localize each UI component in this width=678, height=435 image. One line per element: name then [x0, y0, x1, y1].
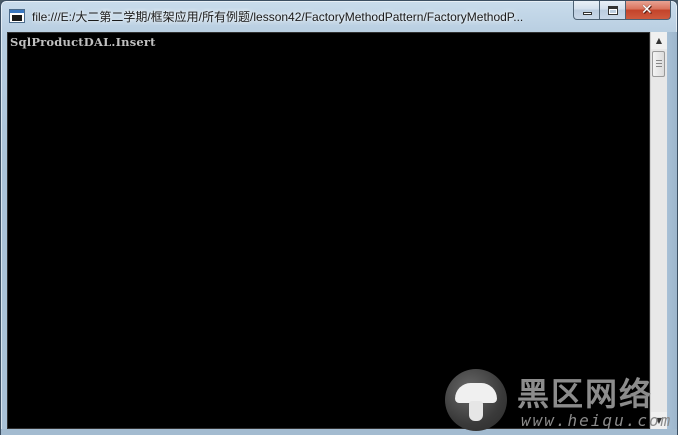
console-line: SqlProductDAL.Insert [10, 35, 156, 49]
mushroom-icon [445, 369, 507, 431]
scroll-up-button[interactable]: ▲ [651, 32, 667, 49]
close-button[interactable]: ✕ [626, 1, 671, 20]
up-arrow-icon: ▲ [655, 36, 663, 45]
caption-buttons: ✕ [573, 1, 671, 21]
scroll-thumb[interactable] [652, 51, 665, 77]
console-app-icon[interactable] [9, 9, 25, 23]
grip-line [656, 60, 662, 61]
maximize-icon [608, 6, 618, 15]
minimize-button[interactable] [573, 1, 600, 20]
close-icon: ✕ [641, 2, 653, 18]
watermark-url: www.heiqu.com [521, 411, 673, 430]
minimize-icon [583, 12, 592, 15]
console-window: file:///E:/大二第二学期/框架应用/所有例题/lesson42/Fac… [0, 0, 678, 435]
maximize-button[interactable] [600, 1, 626, 20]
watermark-brand: 黑区网络 [517, 375, 654, 413]
window-title: file:///E:/大二第二学期/框架应用/所有例题/lesson42/Fac… [32, 10, 524, 24]
title-bar[interactable]: file:///E:/大二第二学期/框架应用/所有例题/lesson42/Fac… [1, 1, 677, 32]
grip-line [656, 66, 662, 67]
grip-line [656, 63, 662, 64]
watermark: 黑区网络 www.heiqu.com [445, 367, 675, 433]
